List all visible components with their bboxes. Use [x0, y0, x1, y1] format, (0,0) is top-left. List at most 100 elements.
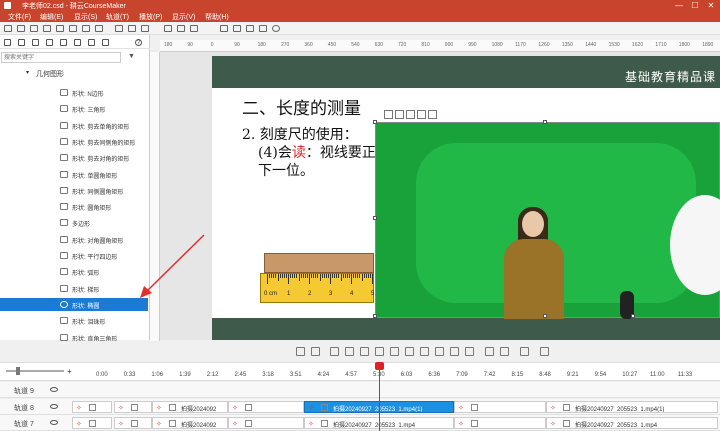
align-right-icon[interactable] [246, 25, 254, 32]
search-input[interactable] [1, 52, 121, 63]
flag-icon[interactable] [375, 347, 384, 356]
slide-text-line3[interactable]: 下一位。 [258, 160, 314, 180]
timeline-clip[interactable]: ✧ 拍摄2024092 [152, 417, 228, 429]
slide-text-line2[interactable]: (4)会读：视线要正 [258, 142, 376, 162]
shape-list-item[interactable]: 形状: 弧形 [0, 265, 148, 278]
marker-icon[interactable] [360, 347, 369, 356]
shape-list-item[interactable]: 形状: 椭圆 [0, 297, 148, 311]
menu-play[interactable]: 播放(P) [139, 12, 162, 22]
menu-edit[interactable]: 编辑(E) [40, 12, 63, 22]
resize-handle-bl[interactable] [373, 314, 377, 318]
visibility-eye-icon[interactable] [50, 403, 58, 409]
timeline-zoom-slider[interactable] [6, 367, 64, 375]
step-back-icon[interactable] [420, 347, 429, 356]
save-icon[interactable] [115, 25, 123, 32]
cut-icon[interactable] [164, 25, 172, 32]
timeline-clip[interactable]: ✧ [228, 400, 304, 413]
shape-list-item[interactable]: 形状: N边形 [0, 86, 148, 99]
menu-file[interactable]: 文件(F) [8, 12, 31, 22]
distribute-icon[interactable] [259, 25, 267, 32]
slide-text-line1[interactable]: 2. 刻度尺的使用： [242, 124, 358, 144]
shape-list-item[interactable]: 多边形 [0, 216, 148, 229]
loop-icon[interactable] [500, 347, 509, 356]
prev-frame-icon[interactable] [405, 347, 414, 356]
shapes-tab-icon[interactable] [32, 39, 39, 46]
resize-handle-bm[interactable] [543, 314, 547, 318]
chart-icon[interactable] [69, 25, 77, 32]
timeline-clip[interactable]: ✧ 拍摄20240927_205523_1.mp4(1) [546, 400, 718, 413]
rotate-icon[interactable] [272, 25, 280, 32]
layers-tab-icon[interactable] [18, 39, 25, 46]
link-icon[interactable] [395, 110, 404, 119]
timeline-clip[interactable]: ✧ 拍摄20240927_205523_1.mp4 [546, 417, 718, 429]
timeline-clip[interactable]: ✧ [114, 400, 152, 413]
undo-icon[interactable] [128, 25, 136, 32]
timeline-clip[interactable]: ✧ [72, 417, 112, 429]
mark-in-icon[interactable] [296, 347, 305, 356]
menu-display[interactable]: 显示(S) [74, 12, 97, 22]
fullscreen-icon[interactable] [540, 347, 549, 356]
settings-tab-icon[interactable] [102, 39, 109, 46]
wood-block-image[interactable] [264, 253, 374, 273]
shape-list-item[interactable]: 形状: 剪去同侧角的矩形 [0, 135, 148, 148]
shape-list-item[interactable]: 形状: 同侧圆角矩形 [0, 184, 148, 197]
maximize-button[interactable]: ☐ [688, 0, 702, 11]
play-icon[interactable] [435, 347, 444, 356]
resize-handle-ml[interactable] [373, 216, 377, 220]
timeline-clip[interactable]: ✧ [72, 400, 112, 413]
collapse-icon[interactable]: ▾ [26, 69, 29, 76]
close-button[interactable]: ✕ [704, 0, 718, 11]
ruler-image[interactable]: 0 cm 1 2 3 4 5 [260, 273, 374, 303]
shape-list-item[interactable]: 形状: 泪珠形 [0, 314, 148, 327]
crop-icon[interactable] [384, 110, 393, 119]
shape-list-item[interactable]: 形状: 单圆角矩形 [0, 168, 148, 181]
zoom-knob[interactable] [16, 367, 20, 375]
camera-icon[interactable] [43, 25, 51, 32]
screen-icon[interactable] [95, 25, 103, 32]
paste-icon[interactable] [190, 25, 198, 32]
shape-list-item[interactable]: 形状: 平行四边形 [0, 249, 148, 262]
shape-list-item[interactable]: 形状: 梯形 [0, 282, 148, 295]
redo-icon[interactable] [141, 25, 149, 32]
tree-root-geometry[interactable]: ▾ 几何图形 [26, 69, 64, 83]
mark-out-icon[interactable] [311, 347, 320, 356]
image-icon[interactable] [30, 25, 38, 32]
timeline-clip[interactable]: ✧ [114, 417, 152, 429]
video-clip-overlay[interactable] [375, 122, 720, 319]
playhead-handle[interactable] [375, 362, 384, 370]
resize-handle-tm[interactable] [543, 120, 547, 124]
split-icon[interactable] [330, 347, 339, 356]
playhead[interactable] [375, 362, 384, 431]
menu-view[interactable]: 显示(V) [172, 12, 195, 22]
step-forward-icon[interactable] [450, 347, 459, 356]
shape-list-item[interactable]: 形状: 剪去对角的矩形 [0, 151, 148, 164]
menu-track[interactable]: 轨道(T) [106, 12, 129, 22]
visibility-eye-icon[interactable] [50, 387, 58, 392]
filter-dropdown-icon[interactable]: ▼ [128, 53, 135, 60]
zoom-in-icon[interactable]: + [67, 367, 72, 376]
shape-list-item[interactable]: 形状: 圆角矩形 [0, 200, 148, 213]
resize-icon[interactable] [417, 110, 426, 119]
timeline-track[interactable]: 轨道 7 ✧ ✧ ✧ 拍摄2024092 ✧ ✧ 拍摄20240927_205523_1.mp… [0, 415, 720, 431]
timeline-clip[interactable]: ✧ [228, 417, 304, 429]
copy-icon[interactable] [177, 25, 185, 32]
timeline-clip[interactable]: ✧ 拍摄2024092 [152, 400, 228, 413]
timeline-track[interactable]: 轨道 8 ✧ ✧ ✧ 拍摄2024092 ✧ ✧ 拍摄20240927_205523_1.mp… [0, 398, 720, 415]
timeline-track[interactable]: 轨道 9 [0, 382, 720, 398]
shape-list-item[interactable]: 形状: 剪去单角的矩形 [0, 119, 148, 132]
record-icon[interactable] [82, 25, 90, 32]
text-icon[interactable] [17, 25, 25, 32]
media-tab-icon[interactable] [46, 39, 53, 46]
align-center-icon[interactable] [233, 25, 241, 32]
minimize-button[interactable]: — [672, 0, 686, 11]
help-icon[interactable]: ? [135, 39, 142, 46]
cut-clip-icon[interactable] [345, 347, 354, 356]
shape-list-item[interactable]: 形状: 三角形 [0, 102, 148, 115]
table-icon[interactable] [56, 25, 64, 32]
align-left-icon[interactable] [220, 25, 228, 32]
snapshot-icon[interactable] [520, 347, 529, 356]
effects-tab-icon[interactable] [74, 39, 81, 46]
resize-handle-br[interactable] [631, 314, 635, 318]
shape-list-item[interactable]: 形状: 对角圆角矩形 [0, 233, 148, 246]
new-slide-icon[interactable] [4, 25, 12, 32]
